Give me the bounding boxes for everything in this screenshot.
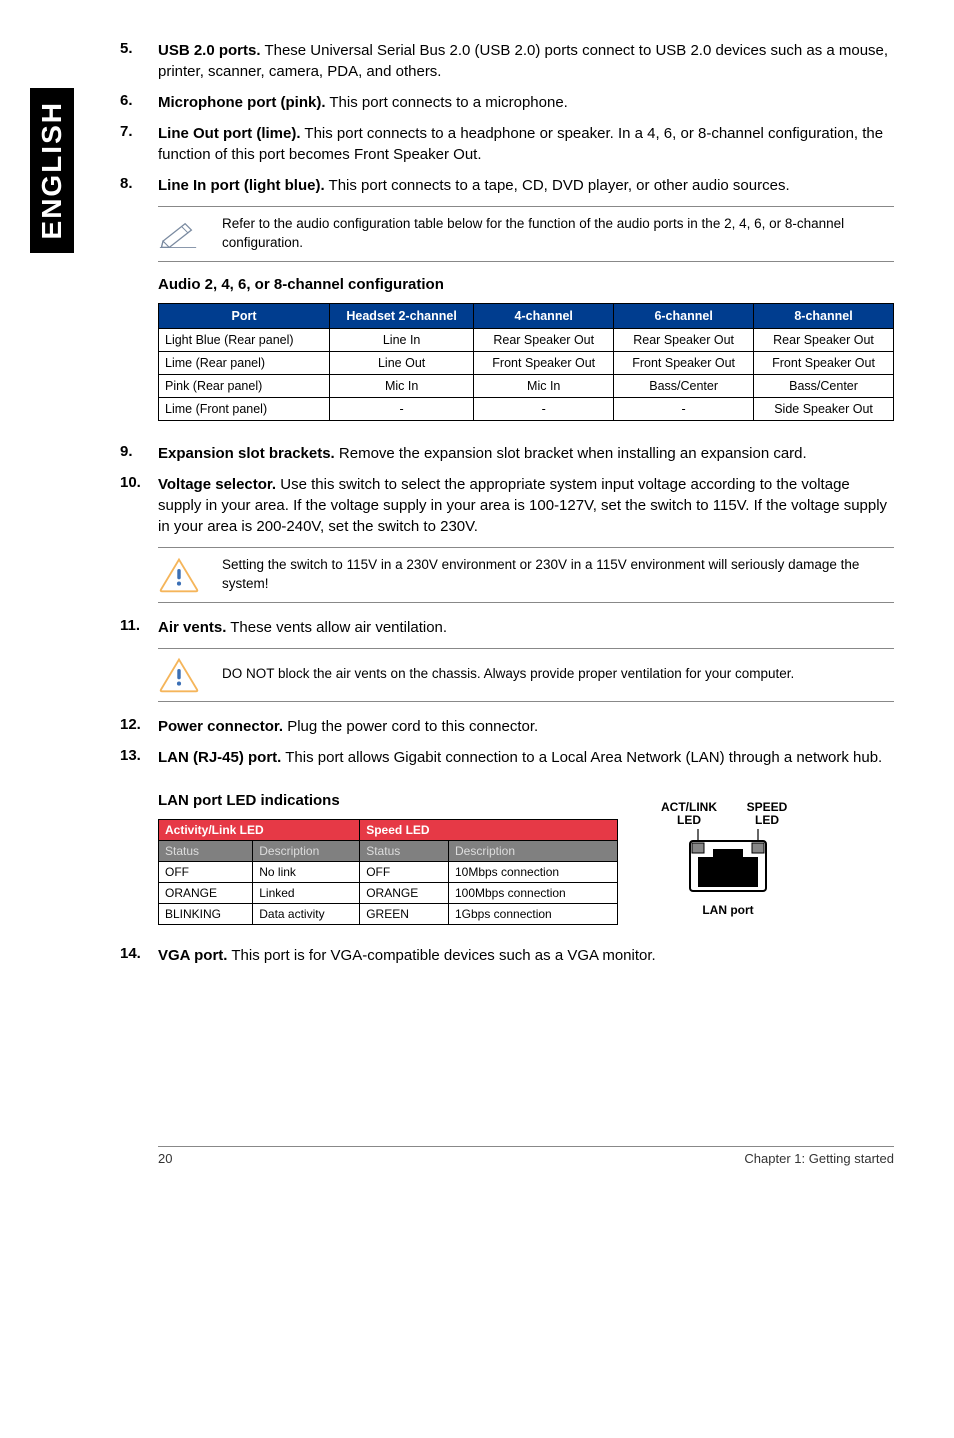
note-box: Refer to the audio configuration table b… (158, 206, 894, 262)
diagram-label: LED (755, 813, 779, 827)
item-number: 12. (120, 716, 158, 737)
item-text: This port is for VGA-compatible devices … (231, 947, 655, 964)
table-header: Speed LED (360, 819, 618, 840)
item-title: Power connector. (158, 718, 283, 735)
item-text: Plug the power cord to this connector. (287, 718, 538, 735)
table-header: 8-channel (754, 303, 894, 328)
lan-port-diagram: ACT/LINK LED SPEED LED (648, 801, 808, 917)
item-number: 13. (120, 747, 158, 768)
list-item: 11. Air vents. These vents allow air ven… (120, 617, 894, 638)
table-header: Activity/Link LED (159, 819, 360, 840)
item-number: 14. (120, 945, 158, 966)
item-body: Air vents. These vents allow air ventila… (158, 617, 894, 638)
item-body: Microphone port (pink). This port connec… (158, 92, 894, 113)
item-title: VGA port. (158, 947, 227, 964)
item-body: LAN (RJ-45) port. This port allows Gigab… (158, 747, 894, 768)
table-subheader: Status (360, 840, 449, 861)
item-number: 11. (120, 617, 158, 638)
item-body: Line Out port (lime). This port connects… (158, 123, 894, 165)
item-text: This port allows Gigabit connection to a… (285, 749, 882, 766)
rj45-port-icon (678, 829, 778, 899)
table-row: OFF No link OFF 10Mbps connection (159, 861, 618, 882)
item-number: 5. (120, 40, 158, 82)
list-item: 13. LAN (RJ-45) port. This port allows G… (120, 747, 894, 768)
table-header: 6-channel (614, 303, 754, 328)
item-body: Line In port (light blue). This port con… (158, 175, 894, 196)
table-header: 4-channel (474, 303, 614, 328)
table-row: Pink (Rear panel) Mic In Mic In Bass/Cen… (159, 374, 894, 397)
item-text: These vents allow air ventilation. (230, 619, 447, 636)
diagram-label: LED (677, 813, 701, 827)
diagram-caption: LAN port (648, 903, 808, 917)
table-row: Lime (Rear panel) Line Out Front Speaker… (159, 351, 894, 374)
list-item: 5. USB 2.0 ports. These Universal Serial… (120, 40, 894, 82)
item-text: These Universal Serial Bus 2.0 (USB 2.0)… (158, 42, 888, 80)
item-number: 6. (120, 92, 158, 113)
item-number: 10. (120, 474, 158, 537)
item-title: Expansion slot brackets. (158, 445, 335, 462)
item-title: Line In port (light blue). (158, 177, 325, 194)
table-subheader: Description (253, 840, 360, 861)
table-header: Headset 2-channel (329, 303, 473, 328)
item-title: Air vents. (158, 619, 226, 636)
page-footer: 20 Chapter 1: Getting started (158, 1146, 894, 1166)
item-title: LAN (RJ-45) port. (158, 749, 281, 766)
warning-box: Setting the switch to 115V in a 230V env… (158, 547, 894, 603)
pencil-icon (158, 219, 198, 249)
note-icon-column (158, 657, 222, 693)
language-label: ENGLISH (36, 101, 68, 239)
warning-box: DO NOT block the air vents on the chassi… (158, 648, 894, 702)
lan-led-table: Activity/Link LED Speed LED Status Descr… (158, 819, 618, 925)
item-title: Microphone port (pink). (158, 94, 325, 111)
item-number: 8. (120, 175, 158, 196)
item-number: 9. (120, 443, 158, 464)
note-text: Setting the switch to 115V in a 230V env… (222, 556, 894, 594)
audio-table-title: Audio 2, 4, 6, or 8-channel configuratio… (158, 276, 894, 293)
page-number: 20 (158, 1151, 172, 1166)
item-body: Voltage selector. Use this switch to sel… (158, 474, 894, 537)
list-item: 10. Voltage selector. Use this switch to… (120, 474, 894, 537)
table-row: ORANGE Linked ORANGE 100Mbps connection (159, 882, 618, 903)
note-text: DO NOT block the air vents on the chassi… (222, 665, 894, 684)
item-body: VGA port. This port is for VGA-compatibl… (158, 945, 894, 966)
list-item: 9. Expansion slot brackets. Remove the e… (120, 443, 894, 464)
list-item: 12. Power connector. Plug the power cord… (120, 716, 894, 737)
item-body: Power connector. Plug the power cord to … (158, 716, 894, 737)
list-item: 14. VGA port. This port is for VGA-compa… (120, 945, 894, 966)
warning-icon (158, 657, 200, 693)
list-item: 6. Microphone port (pink). This port con… (120, 92, 894, 113)
note-icon-column (158, 557, 222, 593)
item-title: Voltage selector. (158, 476, 276, 493)
item-text: This port connects to a microphone. (329, 94, 567, 111)
table-subheader: Status (159, 840, 253, 861)
note-icon-column (158, 219, 222, 249)
table-row: Light Blue (Rear panel) Line In Rear Spe… (159, 328, 894, 351)
warning-icon (158, 557, 200, 593)
item-body: Expansion slot brackets. Remove the expa… (158, 443, 894, 464)
list-item: 8. Line In port (light blue). This port … (120, 175, 894, 196)
language-tab: ENGLISH (30, 88, 74, 253)
list-item: 7. Line Out port (lime). This port conne… (120, 123, 894, 165)
note-text: Refer to the audio configuration table b… (222, 215, 894, 253)
diagram-label: SPEED (747, 800, 788, 814)
table-header: Port (159, 303, 330, 328)
chapter-label: Chapter 1: Getting started (744, 1151, 894, 1166)
item-title: USB 2.0 ports. (158, 42, 261, 59)
item-number: 7. (120, 123, 158, 165)
table-row: BLINKING Data activity GREEN 1Gbps conne… (159, 903, 618, 924)
table-row: Lime (Front panel) - - - Side Speaker Ou… (159, 397, 894, 420)
item-text: This port connects to a tape, CD, DVD pl… (329, 177, 790, 194)
led-table-title: LAN port LED indications (158, 792, 340, 809)
item-text: Remove the expansion slot bracket when i… (339, 445, 807, 462)
item-body: USB 2.0 ports. These Universal Serial Bu… (158, 40, 894, 82)
audio-config-table: Port Headset 2-channel 4-channel 6-chann… (158, 303, 894, 421)
diagram-label: ACT/LINK (661, 800, 717, 814)
table-subheader: Description (448, 840, 617, 861)
item-title: Line Out port (lime). (158, 125, 301, 142)
